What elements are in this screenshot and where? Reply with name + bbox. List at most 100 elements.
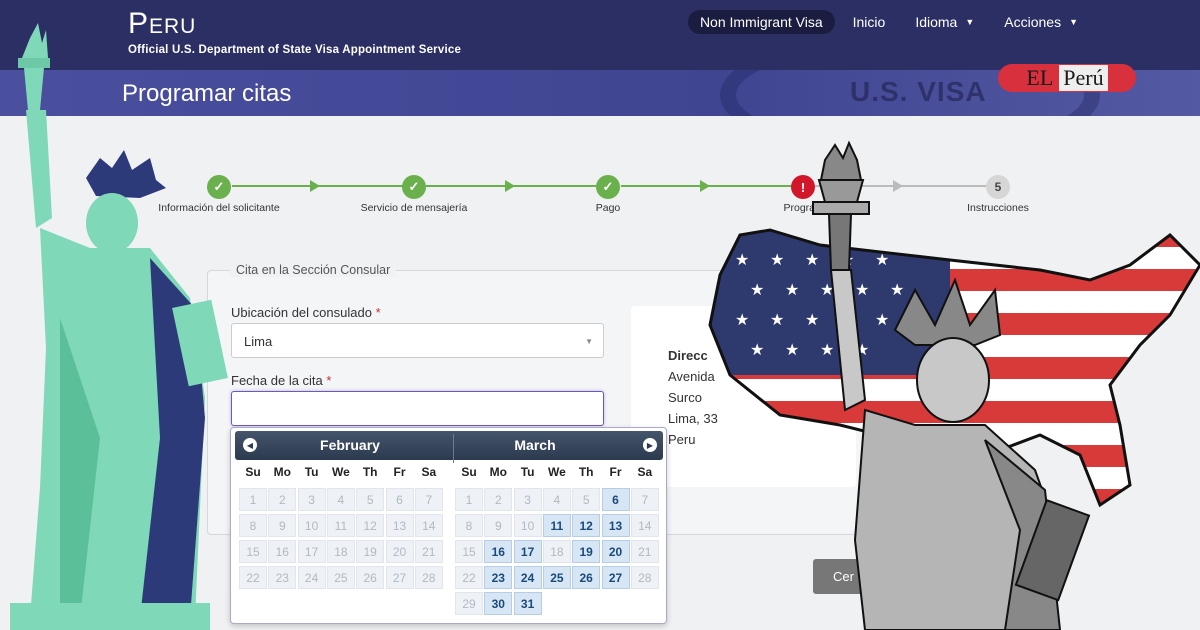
calendar-day-disabled: 17 — [297, 540, 326, 563]
calendar-day-disabled: 7 — [630, 488, 659, 511]
weekday-header: We — [331, 465, 350, 479]
caret-down-icon: ▼ — [1069, 17, 1078, 27]
calendar-day-available[interactable]: 20 — [601, 540, 630, 563]
calendar-day-available[interactable]: 12 — [572, 514, 601, 537]
date-label-text: Fecha de la cita — [231, 373, 323, 388]
month-divider — [453, 434, 454, 463]
fieldset-legend: Cita en la Sección Consular — [230, 263, 397, 277]
datepicker-header: ◀ February March ▶ — [235, 431, 663, 463]
calendar-day-available[interactable]: 31 — [513, 592, 542, 615]
calendar-day-available[interactable]: 11 — [542, 514, 571, 537]
calendar-day-available[interactable]: 17 — [513, 540, 542, 563]
statue-of-liberty-illustration-right — [812, 140, 1091, 630]
caret-down-icon: ▼ — [965, 17, 975, 27]
appointment-date-input[interactable] — [231, 391, 604, 426]
calendar-day-disabled: 14 — [414, 514, 443, 537]
calendar-day-available[interactable]: 16 — [484, 540, 513, 563]
calendar-day-disabled: 5 — [356, 488, 385, 511]
calendar-day-disabled: 3 — [513, 488, 542, 511]
address-line: Surco — [668, 390, 702, 405]
weekday-header: We — [547, 465, 566, 479]
calendar-day-disabled: 14 — [630, 514, 659, 537]
calendar-day-available[interactable]: 19 — [572, 540, 601, 563]
step-arrow-icon — [505, 180, 515, 192]
calendar-day-available[interactable]: 23 — [484, 566, 513, 589]
calendar-day-disabled: 24 — [297, 566, 326, 589]
month-title: March — [514, 437, 556, 453]
calendar-day-disabled: 7 — [414, 488, 443, 511]
datepicker-popup: ◀ February March ▶ Su Mo Tu We Th Fr Sa 1 2 3 4 5 6 7… — [230, 427, 667, 624]
calendar-day-disabled: 16 — [268, 540, 297, 563]
calendar-day-disabled: 2 — [484, 488, 513, 511]
calendar-day-disabled: 28 — [630, 566, 659, 589]
nav-idioma[interactable]: Idioma ▼ — [903, 10, 986, 34]
svg-text:★: ★ — [750, 280, 764, 299]
svg-text:★: ★ — [735, 310, 749, 329]
calendar-day-disabled: 22 — [239, 566, 267, 589]
logo-text-peru: Perú — [1059, 65, 1108, 91]
calendar-day-disabled: 9 — [268, 514, 297, 537]
select-arrow-icon: ▼ — [585, 337, 593, 346]
weekday-header: Th — [362, 465, 378, 479]
calendar-day-disabled: 9 — [484, 514, 513, 537]
calendar-day-disabled: 11 — [326, 514, 355, 537]
nav-label: Non Immigrant Visa — [699, 14, 823, 30]
calendar-day-disabled: 28 — [414, 566, 443, 589]
calendar-day-available[interactable]: 30 — [484, 592, 513, 615]
calendar-day-available[interactable]: 25 — [542, 566, 571, 589]
calendar-day-disabled: 26 — [356, 566, 385, 589]
weekday-header: Fr — [393, 465, 406, 479]
calendar-day-disabled: 22 — [455, 566, 483, 589]
calendar-day-disabled: 4 — [326, 488, 355, 511]
weekday-header: Mo — [273, 465, 291, 479]
calendar-day-disabled: 15 — [455, 540, 483, 563]
nav-non-immigrant-visa[interactable]: Non Immigrant Visa — [687, 10, 835, 34]
nav-inicio[interactable]: Inicio — [841, 10, 898, 34]
calendar-day-disabled: 6 — [385, 488, 414, 511]
visa-watermark-text: U.S. VISA — [850, 76, 987, 107]
consulate-value: Lima — [244, 334, 273, 349]
nav-acciones[interactable]: Acciones ▼ — [992, 10, 1090, 34]
calendar-day-disabled: 21 — [414, 540, 443, 563]
nav-label: Acciones — [1004, 14, 1062, 30]
main-nav: Non Immigrant Visa Inicio Idioma ▼ Accion… — [687, 10, 1090, 34]
calendar-day-disabled: 19 — [356, 540, 385, 563]
consulate-select[interactable]: Lima ▼ — [231, 323, 604, 358]
weekday-header: Tu — [520, 465, 535, 479]
calendar-day-available[interactable]: 27 — [601, 566, 630, 589]
check-icon: ✓ — [596, 175, 620, 199]
calendar-day-disabled: 18 — [542, 540, 571, 563]
svg-text:★: ★ — [785, 280, 799, 299]
statue-of-liberty-illustration-left — [10, 23, 228, 630]
svg-text:★: ★ — [770, 310, 784, 329]
calendar-day-available[interactable]: 13 — [601, 514, 630, 537]
weekday-header: Sa — [421, 465, 437, 479]
calendar-day-disabled: 2 — [268, 488, 297, 511]
month-title: February — [320, 437, 380, 453]
logo-text-el: EL — [1026, 65, 1054, 90]
calendar-day-disabled: 27 — [385, 566, 414, 589]
calendar-day-disabled: 18 — [326, 540, 355, 563]
address-line: Peru — [668, 432, 696, 447]
calendar-day-disabled: 23 — [268, 566, 297, 589]
calendar-day-available[interactable]: 26 — [572, 566, 601, 589]
calendar-day-disabled: 25 — [326, 566, 355, 589]
step-arrow-icon — [700, 180, 710, 192]
calendar-day-disabled: 13 — [385, 514, 414, 537]
consulate-label: Ubicación del consulado * — [231, 305, 381, 320]
prev-month-icon[interactable]: ◀ — [243, 438, 257, 452]
step-label: Servicio de mensajería — [360, 202, 468, 214]
weekday-header: Su — [245, 465, 261, 479]
calendar-day-available[interactable]: 6 — [601, 488, 630, 511]
date-label: Fecha de la cita * — [231, 373, 331, 388]
calendar-day-disabled: 4 — [542, 488, 571, 511]
svg-text:★: ★ — [770, 250, 784, 269]
nav-label: Inicio — [852, 14, 886, 30]
nav-label: Idioma — [915, 14, 958, 30]
calendar-day-disabled: 5 — [572, 488, 601, 511]
calendar-day-disabled: 12 — [356, 514, 385, 537]
calendar-day-available[interactable]: 24 — [513, 566, 542, 589]
calendar-day-disabled: 8 — [239, 514, 267, 537]
next-month-icon[interactable]: ▶ — [643, 438, 657, 452]
weekday-header: Fr — [609, 465, 622, 479]
